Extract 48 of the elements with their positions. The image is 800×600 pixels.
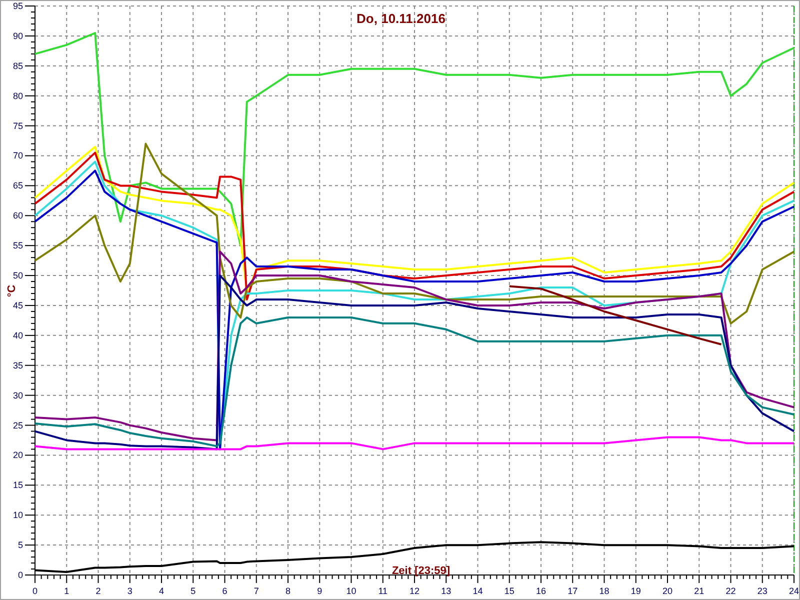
y-axis-label: °C [6,284,18,298]
x-tick-label: 12 [410,586,420,596]
y-tick-label: 90 [12,30,23,41]
x-tick-label: 23 [757,586,768,596]
x-tick-label: 18 [599,586,610,596]
y-tick-label: 75 [12,120,23,131]
x-tick-label: 17 [568,586,578,596]
y-tick-label: 10 [12,510,23,520]
x-tick-label: 0 [32,586,38,596]
x-tick-label: 3 [127,586,132,596]
y-tick-label: 65 [12,180,23,191]
x-tick-label: 1 [64,586,70,596]
x-tick-label: 5 [190,586,196,596]
x-tick-label: 22 [726,586,736,596]
x-tick-label: 8 [286,586,290,596]
y-tick-label: 45 [12,300,23,310]
y-tick-label: 70 [12,150,23,161]
x-tick-label: 24 [789,586,799,596]
x-tick-label: 15 [504,586,514,596]
y-tick-label: 60 [12,210,23,221]
y-tick-label: 95 [12,1,23,11]
x-tick-label: 16 [536,586,546,596]
x-tick-label: 19 [630,586,641,596]
x-tick-label: 21 [694,586,704,596]
chart-title: Do, 10.11.2016 [356,11,446,26]
y-tick-label: 55 [12,240,23,251]
y-tick-label: 15 [12,480,23,490]
y-tick-label: 30 [12,390,23,400]
x-tick-label: 7 [254,586,259,596]
x-tick-label: 2 [96,586,101,596]
x-tick-label: 13 [441,586,452,596]
x-axis-label: Zeit [23:59] [392,565,450,577]
x-tick-label: 14 [472,586,483,596]
y-tick-label: 5 [18,540,23,550]
y-tick-label: 0 [18,570,23,580]
x-tick-label: 6 [222,586,228,596]
x-tick-label: 10 [346,586,356,596]
x-tick-label: 20 [662,586,672,596]
y-tick-label: 35 [12,360,23,370]
y-tick-label: 85 [12,60,23,71]
x-tick-label: 9 [317,586,322,596]
y-tick-label: 50 [12,270,23,281]
y-tick-label: 40 [12,330,23,340]
y-tick-label: 80 [12,90,23,101]
x-tick-label: 11 [378,586,388,596]
y-tick-label: 20 [12,450,23,460]
y-tick-label: 25 [12,420,23,430]
x-tick-label: 4 [159,586,164,596]
